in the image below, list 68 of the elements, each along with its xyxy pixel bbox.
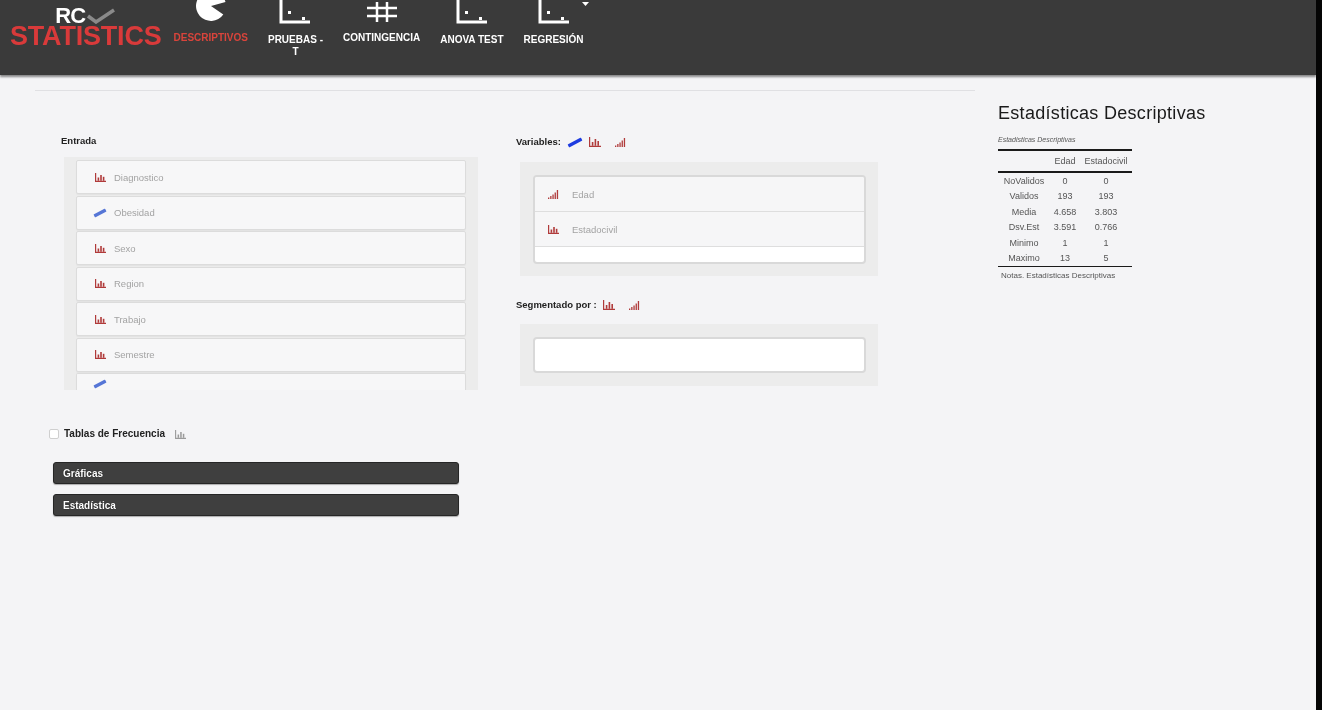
variable-item[interactable]: Obesidad	[76, 195, 466, 230]
bar-chart-icon	[94, 172, 106, 182]
table-cell: 0	[1050, 172, 1080, 189]
variable-item[interactable]: Edad	[535, 177, 864, 212]
scatter-plot-icon	[278, 0, 313, 24]
table-cell-text: 193	[1097, 190, 1115, 204]
bar-chart-icon	[174, 429, 186, 439]
check-icon	[86, 8, 117, 24]
nav-tab[interactable]: REGRESIÓN	[523, 0, 584, 46]
checkbox-label[interactable]: Tablas de Frecuencia	[64, 428, 165, 440]
collapsible-section-header[interactable]: Gráficas	[53, 462, 459, 484]
variable-item[interactable]: Region	[76, 266, 466, 301]
ruler-icon	[93, 207, 107, 218]
pie-chart-icon	[193, 0, 228, 22]
signal-bars-icon	[614, 137, 626, 147]
row-label: Validos	[1008, 190, 1040, 204]
bar-chart-icon	[94, 350, 106, 359]
table-cell-text: 3.591	[1052, 221, 1078, 235]
row-label: Dsv.Est	[1007, 221, 1041, 235]
variable-item[interactable]	[76, 373, 466, 390]
logo-wordmark: STATISTICS	[10, 25, 162, 47]
bar-chart-icon	[547, 224, 559, 234]
hash-icon	[364, 0, 399, 22]
row-label: Media	[1010, 205, 1038, 219]
checkbox[interactable]	[49, 429, 59, 439]
bar-chart-icon	[588, 137, 601, 147]
table-cell-text: 4.658	[1052, 205, 1078, 219]
nav-tab[interactable]: PRUEBAS - T	[267, 0, 323, 58]
signal-bars-icon	[547, 189, 559, 199]
variables-drop-zone[interactable]: Edad Estadocivil	[533, 175, 866, 264]
column-header: Estadocivil	[1080, 150, 1132, 172]
section-label: Variables:	[516, 136, 561, 148]
column-header: Edad	[1050, 150, 1080, 172]
table-cell-text: 0.766	[1093, 221, 1119, 235]
scatter-plot-icon	[536, 0, 571, 24]
collapsible-section-header[interactable]: Estadística	[53, 494, 459, 516]
table-cell-text: 193	[1056, 190, 1074, 204]
row-label: NoValidos	[998, 172, 1050, 189]
bar-chart-icon	[94, 243, 106, 253]
nav-tab[interactable]: ANOVA TEST	[440, 0, 504, 46]
scatter-plot-icon	[454, 0, 489, 24]
bar-chart-icon	[602, 300, 615, 310]
row-label: Minimo	[1008, 236, 1040, 250]
table-note: Notas. Estadísticas Descriptivas	[1000, 271, 1117, 281]
section-label: Segmentado por :	[516, 299, 597, 311]
table-cell: 5	[1080, 250, 1132, 267]
nav-tab[interactable]: CONTINGENCIA	[343, 0, 421, 44]
table-cell: 0	[1080, 172, 1132, 189]
table-cell-text: 3.803	[1093, 205, 1119, 219]
logo-initials: RC	[55, 7, 86, 25]
table-cell: 13	[1050, 250, 1080, 267]
variable-item[interactable]: Diagnostico	[76, 160, 466, 194]
table-cell-text: 1	[1061, 236, 1069, 250]
row-label: Maximo	[998, 250, 1050, 267]
signal-bars-icon	[628, 300, 640, 310]
split-drop-zone[interactable]	[533, 337, 866, 373]
variable-item[interactable]: Semestre	[76, 337, 466, 372]
section-label: Entrada	[61, 135, 97, 147]
variable-item[interactable]: Estadocivil	[535, 212, 864, 247]
nav-tab[interactable]: DESCRIPTIVOS	[173, 0, 248, 44]
results-title: Estadísticas Descriptivas	[998, 102, 1206, 124]
bar-chart-icon	[94, 314, 106, 324]
bar-chart-icon	[94, 279, 106, 288]
caret-icon[interactable]	[581, 2, 589, 6]
variable-item[interactable]: Trabajo	[76, 302, 466, 336]
table-cell-text: 1	[1102, 236, 1110, 250]
variable-item[interactable]: Sexo	[76, 231, 466, 265]
ruler-icon	[93, 379, 107, 389]
